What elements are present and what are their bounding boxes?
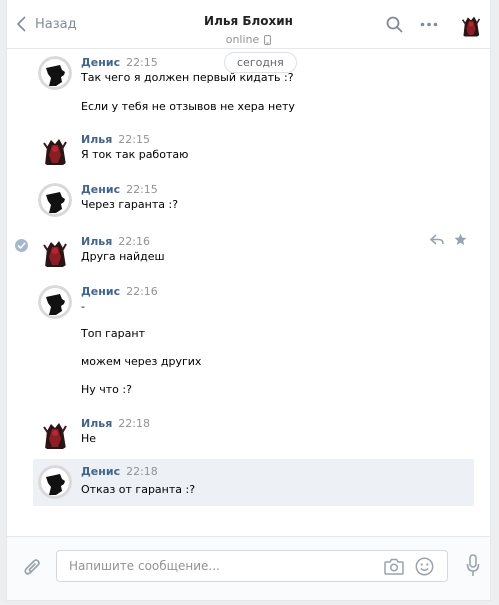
back-label: Назад	[35, 16, 77, 32]
message-text: Отказ от гаранта :?	[81, 483, 196, 496]
author-name[interactable]: Денис	[81, 465, 120, 478]
message-text: Не	[81, 432, 97, 445]
avatar[interactable]	[38, 235, 72, 269]
avatar[interactable]	[38, 56, 72, 90]
camera-icon[interactable]	[384, 558, 404, 575]
avatar[interactable]	[38, 417, 72, 451]
avatar[interactable]	[38, 465, 72, 499]
message-item[interactable]: Денис 22:16 - Топ гарант можем через друг…	[33, 279, 474, 401]
message-time[interactable]: 22:15	[126, 56, 158, 69]
microphone-icon[interactable]	[466, 554, 480, 577]
message-text: Топ гарант	[81, 327, 145, 340]
message-author: Денис 22:16	[81, 285, 158, 298]
message-time[interactable]: 22:15	[126, 183, 158, 196]
paperclip-icon[interactable]	[23, 556, 43, 578]
message-list: Денис 22:15 Так чего я должен первый кида…	[7, 48, 490, 536]
chevron-left-icon	[17, 16, 26, 32]
message-time[interactable]: 22:15	[118, 133, 150, 146]
smile-icon[interactable]	[415, 557, 434, 576]
message-item-highlighted[interactable]: Денис 22:18 Отказ от гаранта :?	[33, 459, 474, 506]
check-icon	[15, 239, 28, 252]
author-name[interactable]: Илья	[81, 417, 112, 430]
phone-icon	[264, 34, 272, 45]
message-time[interactable]: 22:16	[126, 285, 158, 298]
date-separator: сегодня	[224, 52, 297, 73]
author-name[interactable]: Илья	[81, 133, 112, 146]
header-avatar[interactable]	[458, 12, 484, 38]
more-icon[interactable]	[420, 22, 438, 27]
message-time[interactable]: 22:16	[118, 235, 150, 248]
message-author: Денис 22:15	[81, 183, 158, 196]
star-icon[interactable]	[454, 233, 467, 246]
reply-icon[interactable]	[430, 234, 444, 246]
message-item[interactable]: Илья 22:15 Я ток так работаю	[33, 127, 474, 171]
author-name[interactable]: Денис	[81, 56, 120, 69]
message-author: Илья 22:16	[81, 235, 150, 248]
author-name[interactable]: Илья	[81, 235, 112, 248]
message-text: Я ток так работаю	[81, 148, 189, 161]
composer	[7, 536, 490, 600]
chat-window: Назад Илья Блохин online сегодня Денис 22…	[6, 0, 491, 601]
contact-status: online	[7, 33, 490, 46]
message-text: Если у тебя не отзывов не хера нету	[81, 100, 295, 113]
message-text: -	[81, 300, 85, 313]
message-time[interactable]: 22:18	[118, 417, 150, 430]
avatar[interactable]	[38, 183, 72, 217]
message-author: Денис 22:18	[81, 465, 158, 478]
message-author: Илья 22:15	[81, 133, 150, 146]
author-name[interactable]: Денис	[81, 183, 120, 196]
message-author: Илья 22:18	[81, 417, 150, 430]
author-name[interactable]: Денис	[81, 285, 120, 298]
message-item[interactable]: Илья 22:16 Друга найдеш	[15, 229, 474, 273]
message-item[interactable]: Денис 22:15 Через гаранта :?	[33, 177, 474, 221]
back-button[interactable]: Назад	[17, 13, 77, 35]
search-icon[interactable]	[386, 16, 403, 33]
contact-name[interactable]: Илья Блохин	[204, 14, 293, 28]
message-time[interactable]: 22:18	[126, 465, 158, 478]
status-text: online	[225, 33, 260, 46]
chat-header: Назад Илья Блохин online	[7, 0, 490, 49]
message-item[interactable]: Илья 22:18 Не	[33, 411, 474, 455]
message-author: Денис 22:15	[81, 56, 158, 69]
message-text: можем через других	[81, 355, 202, 368]
message-text: Ну что :?	[81, 383, 132, 396]
message-text: Через гаранта :?	[81, 198, 179, 211]
message-text: Друга найдеш	[81, 250, 165, 263]
avatar[interactable]	[38, 285, 72, 319]
avatar[interactable]	[38, 133, 72, 167]
